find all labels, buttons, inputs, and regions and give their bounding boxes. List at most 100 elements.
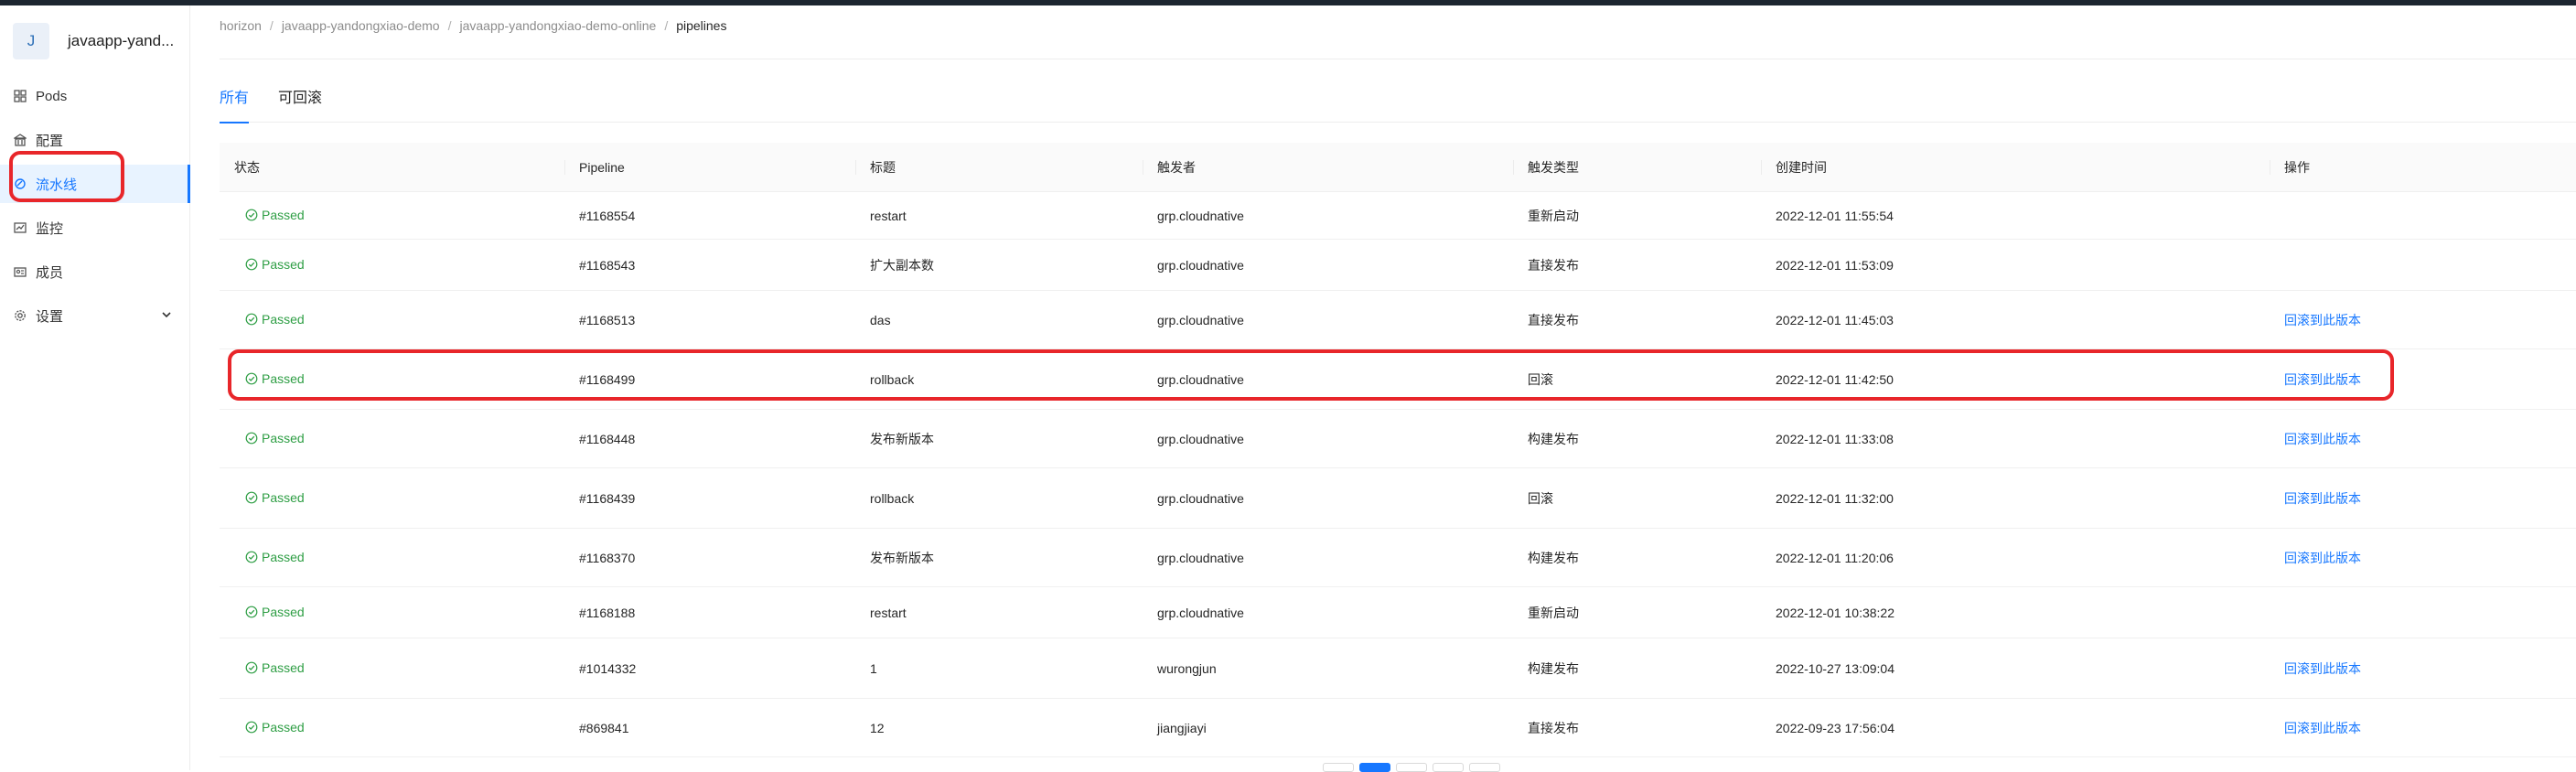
pipeline-id-text[interactable]: #869841 <box>579 721 629 735</box>
created-time-text: 2022-10-27 13:09:04 <box>1776 660 1894 676</box>
pipeline-id-text[interactable]: #1168448 <box>579 432 635 446</box>
title-text: 扩大副本数 <box>870 257 934 273</box>
pods-icon <box>13 89 27 103</box>
pagination-item[interactable] <box>1396 763 1427 772</box>
rollback-link[interactable]: 回滚到此版本 <box>2284 313 2361 327</box>
status-text: Passed <box>262 549 305 564</box>
title-text: 1 <box>870 660 877 676</box>
rollback-link[interactable]: 回滚到此版本 <box>2284 551 2361 565</box>
status-cell: Passed <box>220 605 564 621</box>
tab-rollbackable[interactable]: 可回滚 <box>278 84 322 123</box>
pagination-item[interactable] <box>1433 763 1464 772</box>
created-time-cell: 2022-10-27 13:09:04 <box>1761 661 2270 676</box>
sidebar-item-label: Pods <box>36 88 68 104</box>
trigger-type-text: 重新启动 <box>1528 605 1579 620</box>
monitor-icon <box>13 220 27 235</box>
rollback-link[interactable]: 回滚到此版本 <box>2284 491 2361 506</box>
status-text: Passed <box>262 659 305 675</box>
created-time-cell: 2022-12-01 11:45:03 <box>1761 313 2270 327</box>
rollback-link[interactable]: 回滚到此版本 <box>2284 432 2361 446</box>
trigger-type-cell: 重新启动 <box>1513 207 1761 225</box>
rollback-link[interactable]: 回滚到此版本 <box>2284 372 2361 387</box>
pipeline-id-text[interactable]: #1168439 <box>579 491 635 506</box>
breadcrumb-separator: / <box>269 18 274 33</box>
sidebar-item-config[interactable]: 配置 <box>0 121 190 159</box>
table-row: Passed #1168499 rollback grp.cloudnative 回滚 2… <box>220 349 2576 410</box>
title-cell: restart <box>855 606 1143 620</box>
chevron-down-icon[interactable] <box>161 308 172 324</box>
trigger-by-text: grp.cloudnative <box>1157 605 1244 620</box>
created-time-cell: 2022-12-01 11:33:08 <box>1761 432 2270 446</box>
sidebar-item-label: 设置 <box>36 308 64 325</box>
trigger-by-text: jiangjiayi <box>1157 720 1207 735</box>
trigger-type-cell: 直接发布 <box>1513 256 1761 274</box>
title-cell: restart <box>855 209 1143 223</box>
title-text: restart <box>870 208 907 223</box>
pipelines-table: 状态 Pipeline 标题 触发者 触发类型 创建时间 操作 Passed #1… <box>220 143 2576 757</box>
column-header-trigger-by: 触发者 <box>1143 143 1513 192</box>
pipeline-id-text[interactable]: #1014332 <box>579 661 636 676</box>
created-time-cell: 2022-12-01 10:38:22 <box>1761 606 2270 620</box>
trigger-type-cell: 直接发布 <box>1513 719 1761 737</box>
status-text: Passed <box>262 370 305 386</box>
pipeline-id-cell: #1014332 <box>564 661 855 676</box>
pagination-item[interactable] <box>1359 763 1390 772</box>
status-cell: Passed <box>220 550 564 566</box>
breadcrumb-item[interactable]: horizon <box>220 18 262 33</box>
table-row: Passed #1168513 das grp.cloudnative 直接发布 2022… <box>220 291 2576 349</box>
pagination-item[interactable] <box>1323 763 1354 772</box>
config-icon <box>13 133 27 147</box>
pipeline-id-text[interactable]: #1168513 <box>579 313 635 327</box>
created-time-cell: 2022-12-01 11:42:50 <box>1761 372 2270 387</box>
rollback-link[interactable]: 回滚到此版本 <box>2284 721 2361 735</box>
status-badge: Passed <box>234 371 305 386</box>
title-cell: 1 <box>855 661 1143 676</box>
action-cell: 回滚到此版本 <box>2270 549 2576 567</box>
breadcrumb-item[interactable]: javaapp-yandongxiao-demo <box>282 18 440 33</box>
check-circle-icon <box>245 313 258 326</box>
column-header-created: 创建时间 <box>1761 143 2270 192</box>
pipeline-id-cell: #1168543 <box>564 258 855 273</box>
trigger-by-cell: wurongjun <box>1143 661 1513 676</box>
tab-all[interactable]: 所有 <box>220 84 250 123</box>
created-time-cell: 2022-09-23 17:56:04 <box>1761 721 2270 735</box>
created-time-cell: 2022-12-01 11:20:06 <box>1761 551 2270 565</box>
breadcrumb-item[interactable]: javaapp-yandongxiao-demo-online <box>460 18 657 33</box>
rollback-link[interactable]: 回滚到此版本 <box>2284 661 2361 676</box>
trigger-type-text: 回滚 <box>1528 371 1553 387</box>
trigger-type-text: 直接发布 <box>1528 720 1579 735</box>
pipeline-id-text[interactable]: #1168554 <box>579 209 635 223</box>
status-badge: Passed <box>234 490 305 505</box>
pipeline-id-text[interactable]: #1168499 <box>579 372 635 387</box>
pagination-item[interactable] <box>1469 763 1500 772</box>
status-badge: Passed <box>234 312 305 327</box>
action-cell: 回滚到此版本 <box>2270 311 2576 329</box>
check-circle-icon <box>245 551 258 563</box>
trigger-by-cell: grp.cloudnative <box>1143 258 1513 273</box>
title-cell: 发布新版本 <box>855 549 1143 567</box>
status-cell: Passed <box>220 312 564 328</box>
pipeline-id-text[interactable]: #1168543 <box>579 258 635 273</box>
sidebar-item-pods[interactable]: Pods <box>0 77 190 115</box>
sidebar-item-label: 流水线 <box>36 177 78 193</box>
title-cell: 扩大副本数 <box>855 256 1143 274</box>
app-header[interactable]: J javaapp-yand... <box>13 18 183 64</box>
sidebar-item-monitor[interactable]: 监控 <box>0 209 190 247</box>
trigger-type-cell: 直接发布 <box>1513 311 1761 329</box>
pipeline-id-text[interactable]: #1168188 <box>579 606 635 620</box>
sidebar-item-members[interactable]: 成员 <box>0 252 190 291</box>
action-cell: 回滚到此版本 <box>2270 719 2576 737</box>
sidebar-item-pipeline[interactable]: 流水线 <box>0 165 190 203</box>
title-cell: rollback <box>855 372 1143 387</box>
sidebar-item-settings[interactable]: 设置 <box>0 296 190 335</box>
trigger-by-text: grp.cloudnative <box>1157 371 1244 387</box>
table-row: Passed #1168448 发布新版本 grp.cloudnative 构建发布 20… <box>220 410 2576 468</box>
app-avatar: J <box>13 23 49 59</box>
trigger-type-text: 构建发布 <box>1528 660 1579 676</box>
pipeline-id-text[interactable]: #1168370 <box>579 551 635 565</box>
settings-icon <box>13 308 27 323</box>
pipeline-id-cell: #1168370 <box>564 551 855 565</box>
title-text: rollback <box>870 490 915 506</box>
breadcrumb-current: pipelines <box>676 18 727 33</box>
created-time-cell: 2022-12-01 11:32:00 <box>1761 491 2270 506</box>
